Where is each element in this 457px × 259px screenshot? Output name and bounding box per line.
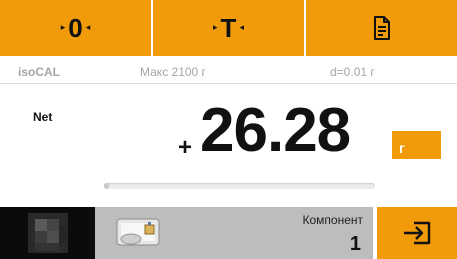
capacity-progress-bar <box>104 183 375 189</box>
arrow-left-icon: ◂ <box>239 21 244 32</box>
camera-thumbnail[interactable] <box>0 207 95 259</box>
weight-value: 26.28 <box>200 96 351 165</box>
unit-button[interactable]: г <box>392 131 441 159</box>
component-label: Компонент <box>302 213 363 227</box>
status-info-row: isoCAL Макс 2100 г d=0.01 г <box>0 58 457 84</box>
tare-button[interactable]: ▸ T ◂ <box>153 0 304 56</box>
component-number: 1 <box>349 233 361 255</box>
capacity-progress-fill <box>104 183 110 189</box>
component-icon <box>116 218 160 246</box>
zero-button[interactable]: ▸ 0 ◂ <box>0 0 151 56</box>
net-label: Net <box>33 110 53 124</box>
bottom-bar: Компонент 1 <box>0 207 457 259</box>
zero-button-label: 0 <box>68 13 83 43</box>
arrow-right-icon: ▸ <box>213 21 218 32</box>
tare-button-label: T <box>220 13 237 43</box>
component-panel[interactable]: Компонент 1 <box>95 207 373 259</box>
document-icon <box>373 16 390 40</box>
weight-sign: + <box>178 134 193 161</box>
arrow-right-icon: ▸ <box>60 21 66 32</box>
calibration-mode: isoCAL <box>18 65 60 79</box>
exit-icon <box>404 221 431 245</box>
readability: d=0.01 г <box>330 65 375 79</box>
toolbar: ▸ 0 ◂ ▸ T ◂ <box>0 0 457 56</box>
exit-button[interactable] <box>377 207 457 259</box>
arrow-left-icon: ◂ <box>85 21 91 32</box>
max-capacity: Макс 2100 г <box>140 65 206 79</box>
protocol-button[interactable] <box>306 0 457 56</box>
